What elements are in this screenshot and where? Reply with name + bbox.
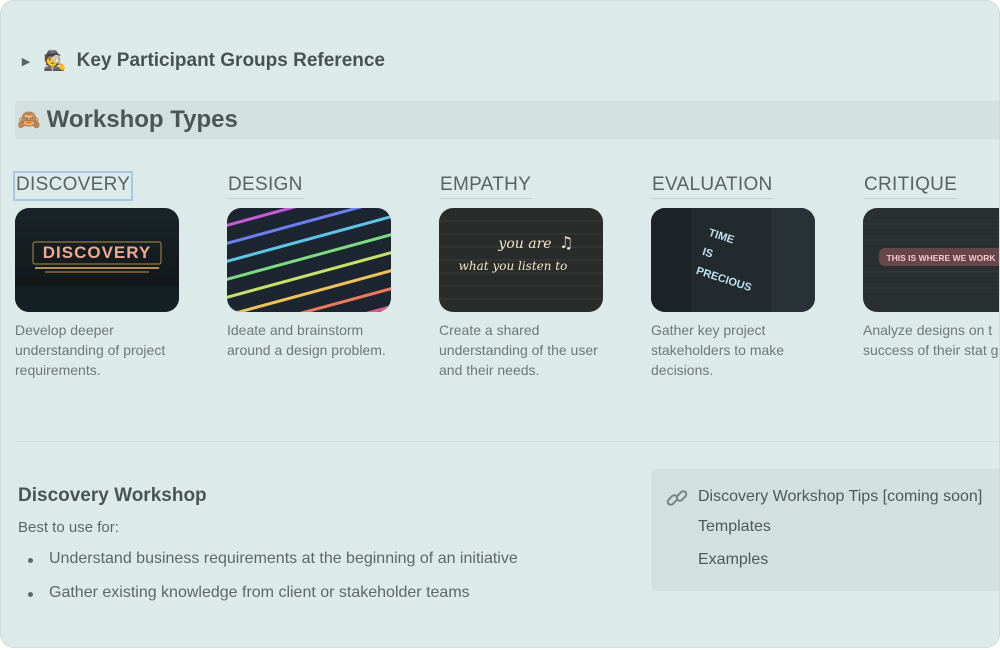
workshop-card-discovery[interactable]: DISCOVERY DISCOVERY Develop deeper under… [12, 171, 181, 380]
workshop-card-critique[interactable]: CRITIQUE THIS IS WHERE WE WORK Analyze d… [863, 173, 999, 360]
toggle-caret-icon[interactable]: ▶ [19, 55, 33, 68]
workshop-types-title: Workshop Types [46, 106, 238, 133]
link-templates[interactable]: Templates [698, 518, 771, 536]
discovery-neon-image[interactable]: DISCOVERY [15, 208, 179, 312]
discovery-workshop-section: Discovery Workshop Best to use for: Unde… [18, 485, 518, 618]
bullet-icon [28, 592, 33, 597]
workshop-types-header: 🙈 Workshop Types [15, 101, 999, 139]
workshop-card-design[interactable]: DESIGN Ideate and brainstorm around a de… [227, 173, 393, 360]
card-desc-discovery: Develop deeper understanding of project … [15, 322, 166, 378]
discovery-neon-text: DISCOVERY [43, 243, 152, 262]
toggle-label: Key Participant Groups Reference [76, 50, 385, 71]
card-desc-critique: Analyze designs on t success of their st… [863, 322, 999, 358]
empathy-neon-line-2: what you listen to [459, 259, 568, 273]
svg-text:♫: ♫ [559, 233, 573, 252]
design-neon-lines-image[interactable] [227, 208, 391, 312]
critique-neon-image[interactable]: THIS IS WHERE WE WORK [863, 208, 999, 312]
card-title-evaluation[interactable]: EVALUATION [651, 173, 774, 199]
notion-page: ▶ 🕵️ Key Participant Groups Reference 🙈 … [0, 0, 1000, 648]
links-callout: Discovery Workshop Tips [coming soon] Te… [651, 469, 999, 591]
bullet-icon [28, 558, 33, 563]
workshop-card-evaluation[interactable]: EVALUATION TIME IS PRECIOUS Gather key p… [651, 173, 817, 380]
workshop-card-empathy[interactable]: EMPATHY you are what you listen to ♫ Cre… [439, 173, 605, 380]
link-icon [665, 486, 689, 515]
card-title-design[interactable]: DESIGN [227, 173, 304, 199]
card-title-critique[interactable]: CRITIQUE [863, 173, 959, 199]
critique-neon-text: THIS IS WHERE WE WORK [886, 253, 996, 263]
list-item: Gather existing knowledge from client or… [18, 584, 518, 618]
card-desc-evaluation: Gather key project stakeholders to make … [651, 322, 785, 378]
card-title-discovery[interactable]: DISCOVERY [12, 171, 134, 201]
toggle-participant-groups[interactable]: ▶ 🕵️ Key Participant Groups Reference [19, 47, 385, 75]
list-item: Understand business requirements at the … [18, 550, 518, 584]
detective-emoji-icon: 🕵️ [43, 51, 67, 72]
card-title-empathy[interactable]: EMPATHY [439, 173, 533, 199]
discovery-workshop-title: Discovery Workshop [18, 485, 207, 506]
empathy-neon-line-1: you are [497, 236, 551, 252]
card-desc-empathy: Create a shared understanding of the use… [439, 322, 598, 378]
best-to-use-label: Best to use for: [18, 519, 119, 536]
section-divider [15, 441, 999, 442]
see-no-evil-emoji-icon: 🙈 [17, 110, 41, 131]
evaluation-neon-image[interactable]: TIME IS PRECIOUS [651, 208, 815, 312]
best-use-list: Understand business requirements at the … [18, 550, 518, 618]
link-discovery-tips[interactable]: Discovery Workshop Tips [coming soon] [698, 488, 982, 506]
link-examples[interactable]: Examples [698, 551, 768, 569]
card-desc-design: Ideate and brainstorm around a design pr… [227, 322, 386, 358]
empathy-neon-brick-image[interactable]: you are what you listen to ♫ [439, 208, 603, 312]
